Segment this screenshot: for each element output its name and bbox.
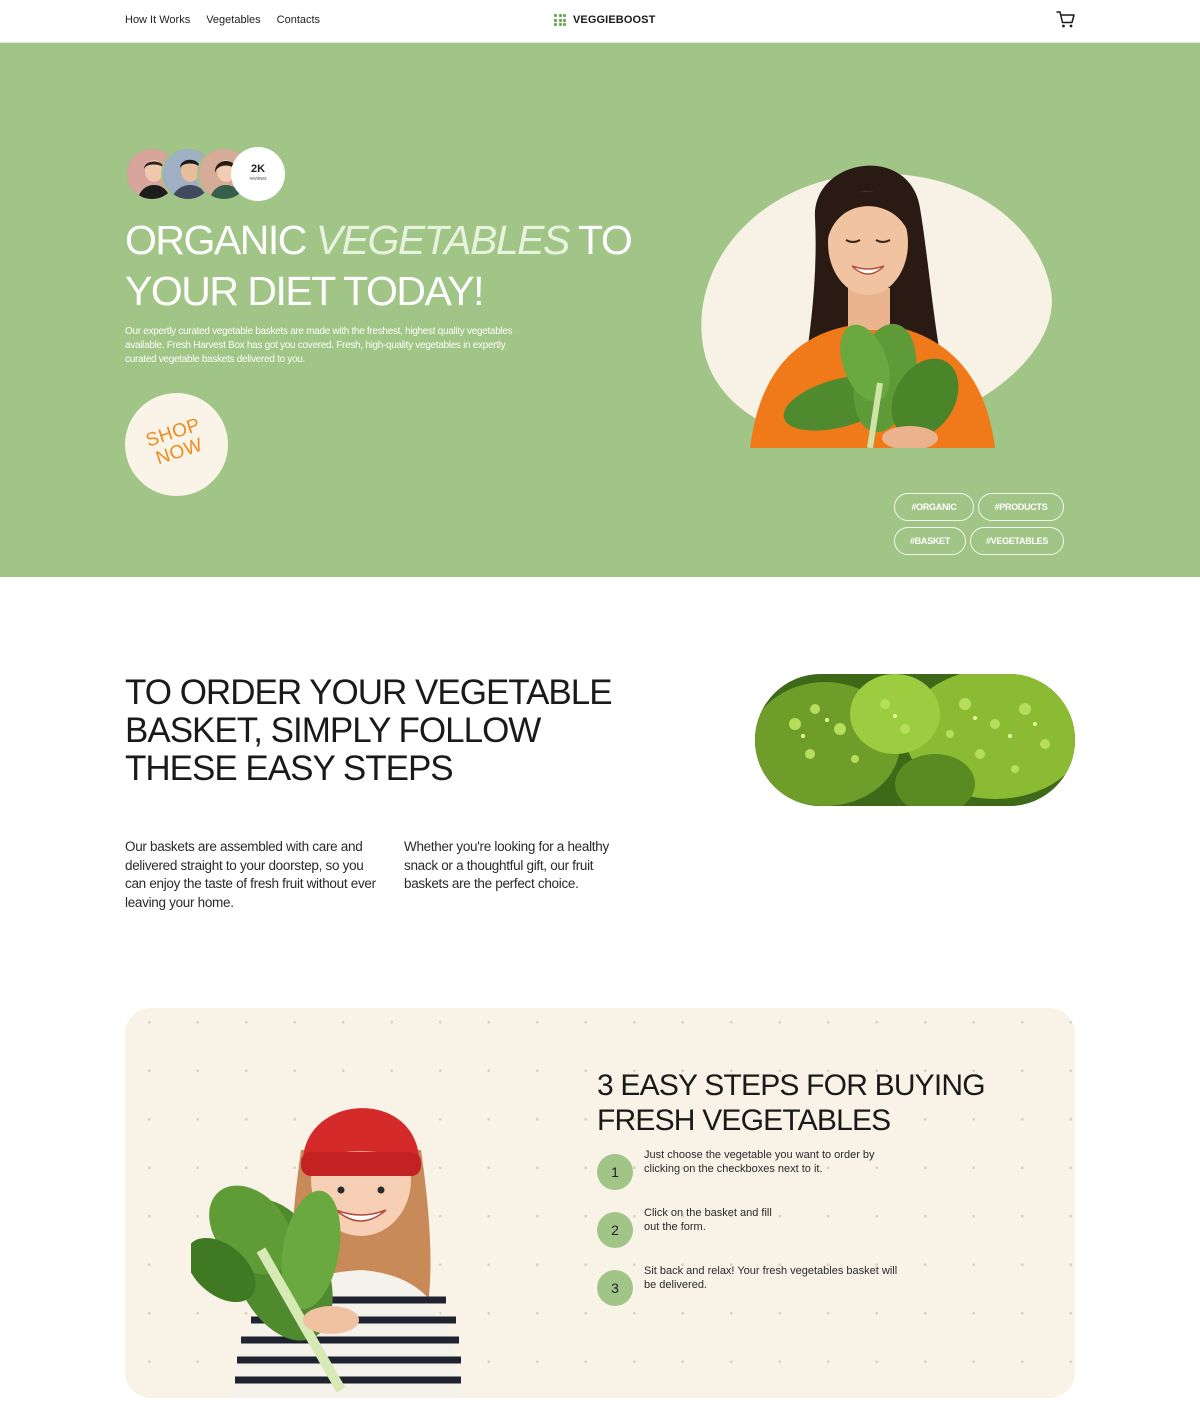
- reviews-label: reviews: [249, 176, 267, 182]
- girl-with-greens-image: [191, 1108, 461, 1398]
- tag-basket[interactable]: #BASKET: [894, 527, 966, 555]
- tag-vegetables[interactable]: #VEGETABLES: [970, 527, 1064, 555]
- nav-how-it-works[interactable]: How It Works: [125, 14, 190, 26]
- nav-vegetables[interactable]: Vegetables: [206, 14, 260, 26]
- step-item: 2 Click on the basket and fill out the f…: [597, 1207, 917, 1248]
- shop-now-label: SHOP NOW: [143, 414, 206, 470]
- reviews-badge: 2K reviews: [231, 147, 285, 201]
- step-number: 3: [597, 1270, 633, 1306]
- step-text: Click on the basket and fill out the for…: [644, 1207, 772, 1233]
- easy-steps-title: 3 EASY STEPS FOR BUYING FRESH VEGETABLES: [597, 1069, 986, 1137]
- shop-now-button[interactable]: SHOP NOW: [125, 393, 228, 496]
- hero-title-part1: ORGANIC: [125, 217, 316, 263]
- step-text: Sit back and relax! Your fresh vegetable…: [644, 1265, 898, 1291]
- cart-icon[interactable]: [1056, 10, 1076, 30]
- broccoli-image: [755, 674, 1075, 806]
- woman-with-greens-image: [750, 165, 995, 448]
- step-number: 1: [597, 1154, 633, 1190]
- logo[interactable]: VEGGIEBOOST: [554, 14, 655, 26]
- steps-intro-paragraph-1: Our baskets are assembled with care and …: [125, 839, 376, 910]
- tag-products[interactable]: #PRODUCTS: [978, 493, 1064, 521]
- steps-intro-paragraph-2: Whether you're looking for a healthy sna…: [404, 839, 609, 891]
- main-nav: How It Works Vegetables Contacts: [125, 14, 320, 26]
- step-number: 2: [597, 1212, 633, 1248]
- reviews-count: 2K: [250, 163, 266, 175]
- hero-title-italic: VEGETABLES: [315, 217, 571, 263]
- step-text: Just choose the vegetable you want to or…: [644, 1149, 875, 1175]
- hero-section: 2K reviews ORGANIC VEGETABLES TO YOUR DI…: [0, 43, 1200, 577]
- hero-description: Our expertly curated vegetable baskets a…: [125, 326, 513, 365]
- nav-contacts[interactable]: Contacts: [277, 14, 320, 26]
- logo-text: VEGGIEBOOST: [573, 14, 656, 26]
- step-item: 3 Sit back and relax! Your fresh vegetab…: [597, 1265, 917, 1306]
- logo-grid-icon: [554, 14, 566, 26]
- hero-title: ORGANIC VEGETABLES TO YOUR DIET TODAY!: [125, 215, 685, 317]
- tag-organic[interactable]: #ORGANIC: [894, 493, 974, 521]
- easy-steps-section: 3 EASY STEPS FOR BUYING FRESH VEGETABLES…: [125, 1008, 1075, 1398]
- steps-intro-title: TO ORDER YOUR VEGETABLE BASKET, SIMPLY F…: [125, 673, 613, 788]
- site-header: How It Works Vegetables Contacts VEGGIEB…: [0, 0, 1200, 43]
- step-item: 1 Just choose the vegetable you want to …: [597, 1149, 917, 1190]
